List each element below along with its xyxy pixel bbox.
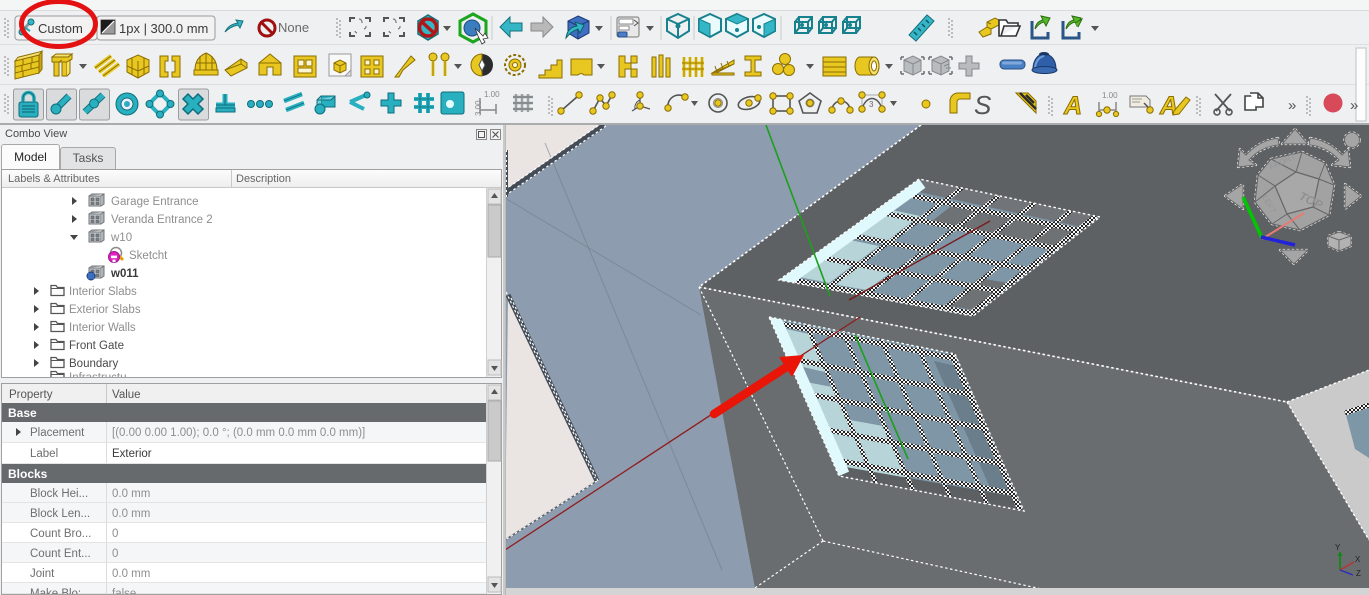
svg-text:»: »	[1350, 97, 1358, 114]
svg-text:[(0.00 0.00 1.00); 0.0 °; (0.0: [(0.00 0.00 1.00); 0.0 °; (0.0 mm 0.0 mm…	[112, 427, 365, 439]
svg-text:Sketcht: Sketcht	[129, 250, 168, 262]
svg-text:false: false	[112, 588, 136, 594]
svg-text:Interior Walls: Interior Walls	[69, 322, 136, 334]
svg-text:0.0 mm: 0.0 mm	[112, 568, 150, 580]
svg-text:1.00: 1.00	[1102, 91, 1118, 100]
svg-text:Exterior: Exterior	[112, 448, 152, 460]
svg-text:»: »	[1288, 97, 1296, 114]
svg-text:w10: w10	[110, 232, 132, 244]
svg-text:Garage Entrance: Garage Entrance	[111, 196, 199, 208]
svg-text:Count Bro...: Count Bro...	[30, 528, 91, 540]
svg-text:Make Blo:: Make Blo:	[30, 588, 81, 594]
svg-text:Label: Label	[30, 448, 58, 460]
svg-text:Interior Slabs: Interior Slabs	[69, 286, 137, 298]
svg-text:0: 0	[112, 528, 118, 540]
svg-text:w011: w011	[110, 268, 139, 280]
svg-text:S: S	[974, 90, 992, 120]
svg-text:1px | 300.0 mm: 1px | 300.0 mm	[119, 21, 208, 36]
svg-text:A: A	[1159, 92, 1178, 120]
svg-text:0.0 mm: 0.0 mm	[112, 508, 150, 520]
svg-text:Exterior Slabs: Exterior Slabs	[69, 304, 141, 316]
svg-text:Placement: Placement	[30, 427, 85, 439]
svg-text:Property: Property	[9, 389, 53, 401]
svg-text:Y: Y	[1335, 543, 1341, 552]
svg-text:Veranda Entrance 2: Veranda Entrance 2	[111, 214, 213, 226]
svg-text:Count Ent...: Count Ent...	[30, 548, 91, 560]
svg-text:0.0 mm: 0.0 mm	[112, 488, 150, 500]
svg-text:3: 3	[869, 100, 874, 109]
svg-text:X: X	[1355, 555, 1361, 564]
svg-text:0: 0	[112, 548, 118, 560]
svg-text:Infrastructu: Infrastructu	[69, 372, 127, 377]
svg-text:Joint: Joint	[30, 568, 55, 580]
svg-text:Value: Value	[112, 389, 141, 401]
svg-text:Base: Base	[8, 406, 37, 420]
svg-text:3.00: 3.00	[474, 100, 483, 116]
svg-text:A: A	[1063, 92, 1082, 120]
svg-text:Block Len...: Block Len...	[30, 508, 90, 520]
svg-text:Z: Z	[1356, 569, 1361, 578]
svg-text:Blocks: Blocks	[8, 467, 48, 481]
svg-text:1.00: 1.00	[484, 90, 500, 99]
svg-text:Block Hei...: Block Hei...	[30, 488, 88, 500]
svg-text:None: None	[278, 20, 309, 35]
svg-text:Boundary: Boundary	[69, 358, 118, 370]
svg-text:Custom: Custom	[38, 21, 83, 36]
svg-text:Front Gate: Front Gate	[69, 340, 124, 352]
